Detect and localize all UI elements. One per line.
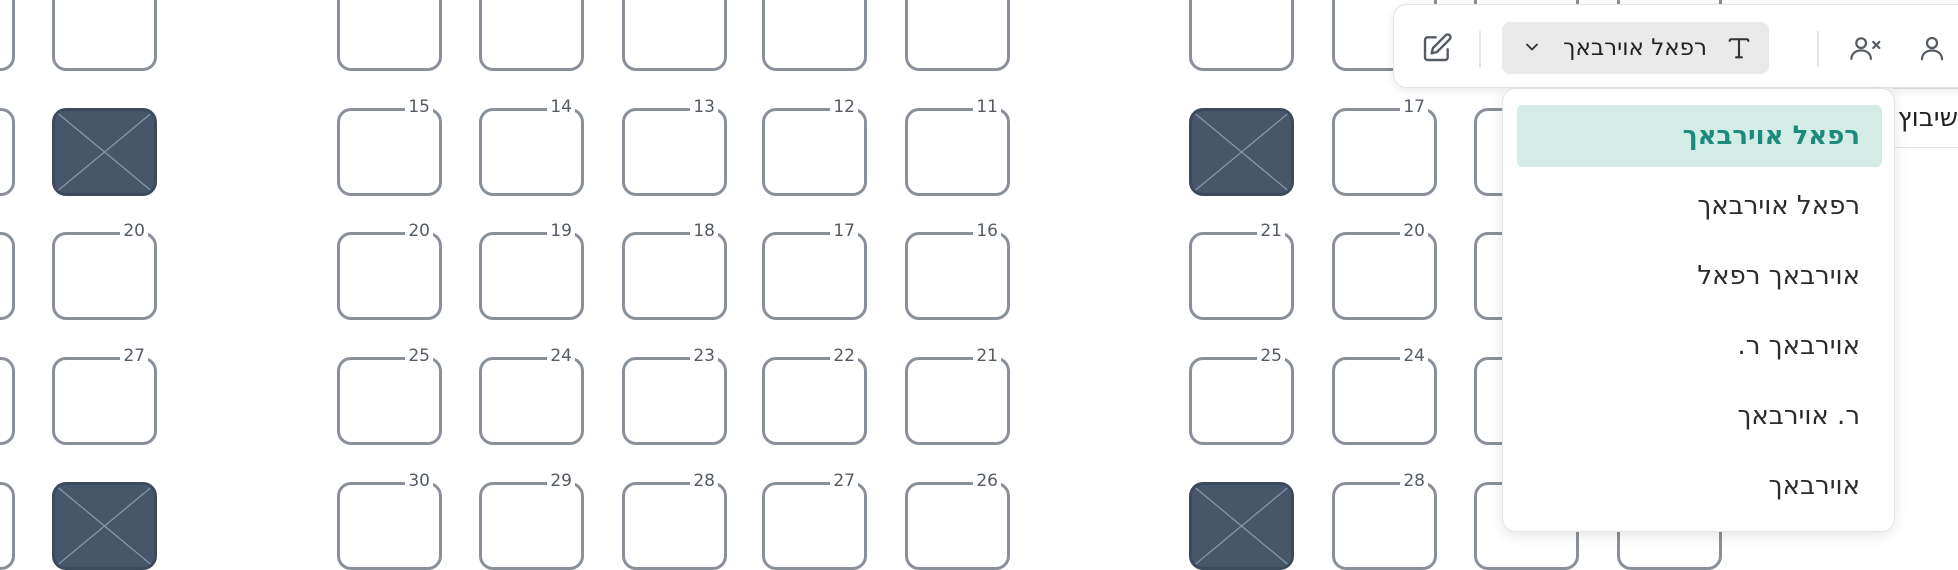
seat-number: 28 [690,471,718,491]
seat[interactable]: 23 [622,346,727,445]
seat[interactable]: 27 [762,471,867,570]
seat-number: 24 [1400,346,1428,366]
name-format-option[interactable]: אוירבאך [1517,455,1882,517]
seat-number: 15 [405,97,433,117]
seat-number: 19 [547,221,575,241]
seat-number: 20 [120,221,148,241]
seat[interactable] [479,0,584,71]
toolbar-divider [1479,31,1481,67]
name-format-option[interactable]: ר. אוירבאך [1517,385,1882,447]
seat[interactable]: 11 [905,97,1010,196]
seat[interactable]: 28 [1332,471,1437,570]
name-format-select[interactable]: רפאל אוירבאך [1502,22,1769,74]
blocked-seat[interactable] [52,482,157,570]
name-format-option[interactable]: אוירבאך רפאל [1517,245,1882,307]
seat-number: 13 [690,97,718,117]
seat[interactable]: 20 [52,221,157,320]
name-format-option[interactable]: רפאל אוירבאך [1517,175,1882,237]
seat[interactable]: 17 [1332,97,1437,196]
person-button[interactable] [1910,26,1954,70]
seat[interactable] [0,232,15,320]
seat-number: 27 [120,346,148,366]
seat-toolbar: רפאל אוירבאך [1393,4,1958,88]
blocked-cross-icon [55,485,154,567]
seat[interactable]: 14 [479,97,584,196]
seat-number: 22 [830,346,858,366]
seat[interactable]: 20 [1332,221,1437,320]
seat[interactable] [0,0,15,71]
blocked-cross-icon [1192,111,1291,193]
blocked-cross-icon [1192,485,1291,567]
seat[interactable]: 16 [905,221,1010,320]
seat[interactable]: 26 [905,471,1010,570]
seat[interactable]: 21 [905,346,1010,445]
seat-number: 21 [973,346,1001,366]
blocked-seat[interactable] [1189,482,1294,570]
seat-number: 14 [547,97,575,117]
seat-number: 30 [405,471,433,491]
edit-icon [1423,33,1452,62]
seat-number: 29 [547,471,575,491]
seat-number: 21 [1257,221,1285,241]
seat[interactable]: 24 [1332,346,1437,445]
seat-number: 18 [690,221,718,241]
seat[interactable]: 17 [762,221,867,320]
seat-number: 28 [1400,471,1428,491]
seat-number: 11 [973,97,1001,117]
person-icon [1920,36,1944,61]
seat[interactable]: 28 [622,471,727,570]
blocked-seat[interactable] [52,108,157,196]
seat[interactable]: 25 [337,346,442,445]
seat[interactable]: 22 [762,346,867,445]
seat[interactable]: 29 [479,471,584,570]
name-format-option[interactable]: רפאל אוירבאך [1517,105,1882,167]
seat-number: 12 [830,97,858,117]
remove-person-button[interactable] [1844,26,1888,70]
person-remove-icon [1850,37,1881,61]
seat-number: 20 [405,221,433,241]
seat[interactable] [0,108,15,196]
seat[interactable]: 12 [762,97,867,196]
seat-number: 17 [1400,97,1428,117]
toolbar-divider [1817,31,1819,67]
seat[interactable] [762,0,867,71]
seat[interactable] [52,0,157,71]
blocked-cross-icon [55,111,154,193]
seat[interactable]: 24 [479,346,584,445]
seat-number: 23 [690,346,718,366]
name-format-menu: רפאל אוירבאך רפאל אוירבאך אוירבאך רפאל א… [1502,88,1895,532]
seat[interactable]: 19 [479,221,584,320]
seat[interactable] [0,482,15,570]
seat[interactable]: 20 [337,221,442,320]
seat[interactable]: 30 [337,471,442,570]
name-format-option[interactable]: אוירבאך ר. [1517,315,1882,377]
seat[interactable]: 27 [52,346,157,445]
seat[interactable]: 13 [622,97,727,196]
seat[interactable] [0,357,15,445]
seat[interactable]: 15 [337,97,442,196]
seat[interactable] [622,0,727,71]
seat[interactable] [1189,0,1294,71]
seat[interactable] [337,0,442,71]
text-type-icon [1725,34,1753,66]
seat-number: 25 [1257,346,1285,366]
name-format-selected: רפאל אוירבאך [1563,35,1707,61]
seat-number: 20 [1400,221,1428,241]
seat-number: 26 [973,471,1001,491]
seat-number: 25 [405,346,433,366]
edit-button[interactable] [1415,26,1459,70]
seat-number: 17 [830,221,858,241]
seat-number: 27 [830,471,858,491]
seat[interactable]: 25 [1189,346,1294,445]
seat[interactable]: 18 [622,221,727,320]
chevron-down-icon [1522,37,1542,61]
seat-number: 16 [973,221,1001,241]
seat[interactable]: 21 [1189,221,1294,320]
blocked-seat[interactable] [1189,108,1294,196]
seat-number: 24 [547,346,575,366]
seat[interactable] [905,0,1010,71]
